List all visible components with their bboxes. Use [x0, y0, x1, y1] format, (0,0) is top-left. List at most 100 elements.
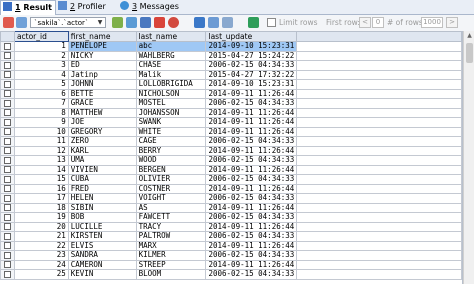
cell-first-name[interactable]: JOHNN	[67, 79, 137, 90]
cell-last-update[interactable]: 2014-09-11 11:26:44	[205, 259, 298, 270]
cell-actor-id[interactable]: 3	[13, 60, 69, 71]
cell-actor-id[interactable]: 1	[13, 41, 69, 52]
cell-last-update[interactable]: 2006-02-15 04:34:33	[205, 136, 298, 147]
cell-first-name[interactable]: LUCILLE	[67, 221, 137, 232]
cell-first-name[interactable]: SANDRA	[67, 250, 137, 261]
cell-last-name[interactable]: AS	[135, 202, 207, 213]
cell-actor-id[interactable]: 5	[13, 79, 69, 90]
cell-last-name[interactable]: WHITE	[135, 126, 207, 137]
text-view-icon[interactable]	[222, 17, 233, 28]
cell-actor-id[interactable]: 18	[13, 202, 69, 213]
cell-actor-id[interactable]: 17	[13, 193, 69, 204]
cell-first-name[interactable]: PENELOPE	[67, 41, 137, 52]
cell-first-name[interactable]: GRACE	[67, 98, 137, 109]
row-checkbox[interactable]	[3, 232, 11, 240]
tab-profiler[interactable]: 2 Profiler	[58, 0, 106, 14]
tab-result[interactable]: 1 Result	[0, 0, 56, 16]
cell-last-update[interactable]: 2014-09-11 11:26:44	[205, 240, 298, 251]
cell-actor-id[interactable]: 25	[13, 269, 69, 280]
row-checkbox[interactable]	[3, 42, 11, 50]
cell-last-name[interactable]: COSTNER	[135, 183, 207, 194]
cell-first-name[interactable]: NICKY	[67, 50, 137, 61]
cell-last-name[interactable]: BERGEN	[135, 164, 207, 175]
row-checkbox[interactable]	[3, 137, 11, 145]
row-checkbox[interactable]	[3, 242, 11, 250]
cell-first-name[interactable]: KEVIN	[67, 269, 137, 280]
row-checkbox[interactable]	[3, 61, 11, 69]
cell-first-name[interactable]: CAMERON	[67, 259, 137, 270]
prev-page-button[interactable]: <	[359, 17, 371, 28]
cell-first-name[interactable]: FRED	[67, 183, 137, 194]
scroll-up-icon[interactable]: ▲	[464, 31, 474, 41]
cell-last-name[interactable]: LOLLOBRIGIDA	[135, 79, 207, 90]
form-view-icon[interactable]	[208, 17, 219, 28]
cell-last-name[interactable]: OLIVIER	[135, 174, 207, 185]
cell-actor-id[interactable]: 23	[13, 250, 69, 261]
cell-last-name[interactable]: STREEP	[135, 259, 207, 270]
table-row[interactable]: 3 ED CHASE 2006-02-15 04:34:33	[0, 60, 462, 71]
cell-last-update[interactable]: 2014-09-11 11:26:44	[205, 164, 298, 175]
duplicate-row-icon[interactable]	[126, 17, 137, 28]
row-checkbox[interactable]	[3, 156, 11, 164]
cell-last-update[interactable]: 2006-02-15 04:34:33	[205, 193, 298, 204]
table-row[interactable]: 9 JOE SWANK 2014-09-11 11:26:44	[0, 117, 462, 128]
row-checkbox[interactable]	[3, 52, 11, 60]
cell-last-name[interactable]: FAWCETT	[135, 212, 207, 223]
row-checkbox[interactable]	[3, 185, 11, 193]
rows-count-input[interactable]: 1000	[421, 17, 443, 28]
cell-last-update[interactable]: 2006-02-15 04:34:33	[205, 250, 298, 261]
table-icon[interactable]	[16, 17, 27, 28]
cell-last-update[interactable]: 2014-09-11 11:26:44	[205, 183, 298, 194]
cell-first-name[interactable]: MATTHEW	[67, 107, 137, 118]
cell-last-name[interactable]: CHASE	[135, 60, 207, 71]
table-row[interactable]: 10 GREGORY WHITE 2014-09-11 11:26:44	[0, 126, 462, 137]
cell-first-name[interactable]: Jatinp	[67, 69, 137, 80]
cell-last-update[interactable]: 2006-02-15 04:34:33	[205, 98, 298, 109]
cell-last-update[interactable]: 2014-09-11 11:26:44	[205, 126, 298, 137]
cell-last-name[interactable]: CAGE	[135, 136, 207, 147]
save-icon[interactable]	[140, 17, 151, 28]
column-header-actor-id[interactable]: actor_id	[13, 31, 69, 42]
cell-last-update[interactable]: 2006-02-15 04:34:33	[205, 155, 298, 166]
row-checkbox[interactable]	[3, 261, 11, 269]
row-checkbox[interactable]	[3, 213, 11, 221]
row-checkbox[interactable]	[3, 204, 11, 212]
table-row[interactable]: 18 SIBIN AS 2014-09-11 11:26:44	[0, 202, 462, 213]
table-row[interactable]: 11 ZERO CAGE 2006-02-15 04:34:33	[0, 136, 462, 147]
table-row[interactable]: 4 Jatinp Malik 2015-04-27 17:32:22	[0, 69, 462, 80]
vertical-scrollbar[interactable]: ▲	[463, 31, 474, 284]
table-row[interactable]: 6 BETTE NICHOLSON 2014-09-11 11:26:44	[0, 88, 462, 99]
cell-actor-id[interactable]: 7	[13, 98, 69, 109]
cell-first-name[interactable]: KIRSTEN	[67, 231, 137, 242]
row-checkbox[interactable]	[3, 99, 11, 107]
row-checkbox[interactable]	[3, 251, 11, 259]
cell-actor-id[interactable]: 2	[13, 50, 69, 61]
cell-actor-id[interactable]: 20	[13, 221, 69, 232]
cell-actor-id[interactable]: 9	[13, 117, 69, 128]
cell-actor-id[interactable]: 13	[13, 155, 69, 166]
table-select[interactable]: `sakila`.`actor` ▼	[30, 17, 106, 28]
row-checkbox[interactable]	[3, 80, 11, 88]
cell-first-name[interactable]: BETTE	[67, 88, 137, 99]
table-row[interactable]: 14 VIVIEN BERGEN 2014-09-11 11:26:44	[0, 164, 462, 175]
row-checkbox[interactable]	[3, 194, 11, 202]
row-checkbox[interactable]	[3, 175, 11, 183]
table-row[interactable]: 5 JOHNN LOLLOBRIGIDA 2014-09-10 15:23:31	[0, 79, 462, 90]
row-checkbox[interactable]	[3, 147, 11, 155]
edit-mode-icon[interactable]	[3, 17, 14, 28]
cell-last-name[interactable]: Malik	[135, 69, 207, 80]
cell-last-name[interactable]: abc	[135, 41, 207, 52]
cell-first-name[interactable]: GREGORY	[67, 126, 137, 137]
cell-actor-id[interactable]: 22	[13, 240, 69, 251]
cancel-icon[interactable]	[168, 17, 179, 28]
cell-actor-id[interactable]: 4	[13, 69, 69, 80]
table-row[interactable]: 13 UMA WOOD 2006-02-15 04:34:33	[0, 155, 462, 166]
cell-last-name[interactable]: NICHOLSON	[135, 88, 207, 99]
delete-icon[interactable]	[154, 17, 165, 28]
table-row[interactable]: 17 HELEN VOIGHT 2006-02-15 04:34:33	[0, 193, 462, 204]
cell-last-name[interactable]: SWANK	[135, 117, 207, 128]
cell-actor-id[interactable]: 21	[13, 231, 69, 242]
column-header-first-name[interactable]: first_name	[67, 31, 137, 42]
cell-last-update[interactable]: 2006-02-15 04:34:33	[205, 231, 298, 242]
cell-first-name[interactable]: ZERO	[67, 136, 137, 147]
